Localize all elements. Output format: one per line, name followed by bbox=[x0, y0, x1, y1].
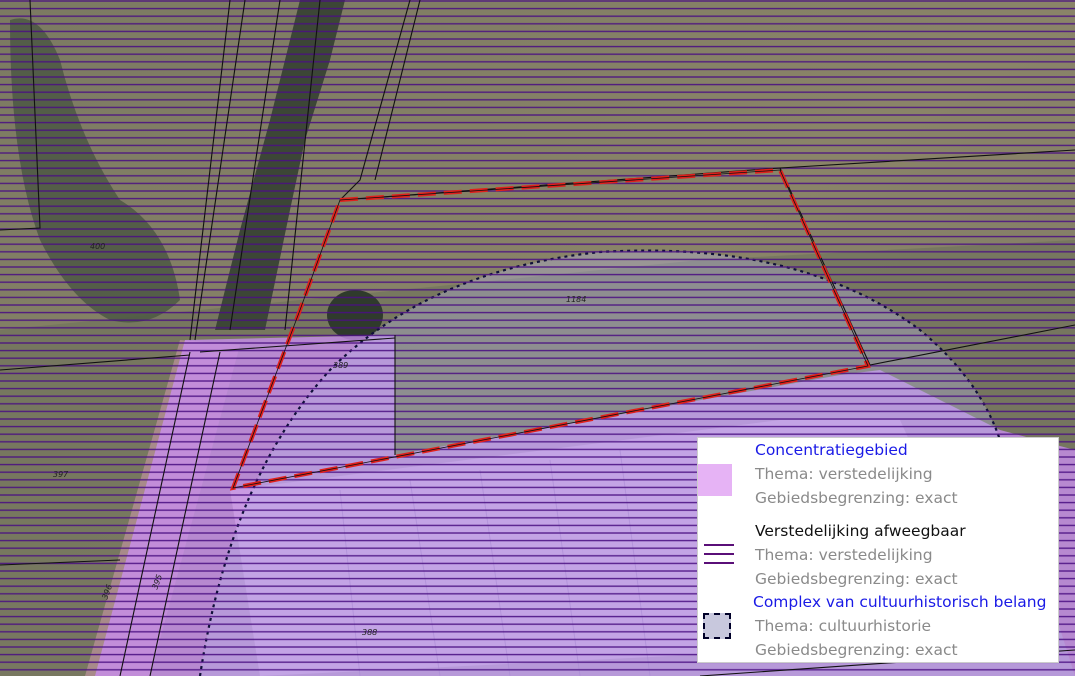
legend-line: Thema: cultuurhistorie bbox=[755, 617, 932, 635]
legend-line: Gebiedsbegrenzing: exact bbox=[755, 489, 958, 507]
legend-line: Thema: verstedelijking bbox=[755, 465, 933, 483]
legend-line: Thema: verstedelijking bbox=[755, 546, 933, 564]
legend-title: Complex van cultuurhistorisch belang bbox=[753, 593, 1047, 611]
concentratie-swatch-icon bbox=[698, 464, 732, 496]
parcel-label-1184: 1184 bbox=[566, 295, 586, 304]
parcel-label-400: 400 bbox=[90, 242, 105, 251]
parcel-label-389: 389 bbox=[333, 361, 348, 370]
dashed-square-icon bbox=[703, 613, 731, 639]
legend-title: Verstedelijking afweegbaar bbox=[755, 522, 966, 540]
legend-title: Concentratiegebied bbox=[755, 441, 908, 459]
parcel-label-388: 388 bbox=[362, 628, 377, 637]
map-legend: Concentratiegebied Thema: verstedelijkin… bbox=[697, 437, 1059, 663]
horizontal-lines-icon bbox=[704, 544, 734, 564]
parcel-label-397: 397 bbox=[53, 470, 69, 479]
legend-line: Gebiedsbegrenzing: exact bbox=[755, 570, 958, 588]
legend-line: Gebiedsbegrenzing: exact bbox=[755, 641, 958, 659]
